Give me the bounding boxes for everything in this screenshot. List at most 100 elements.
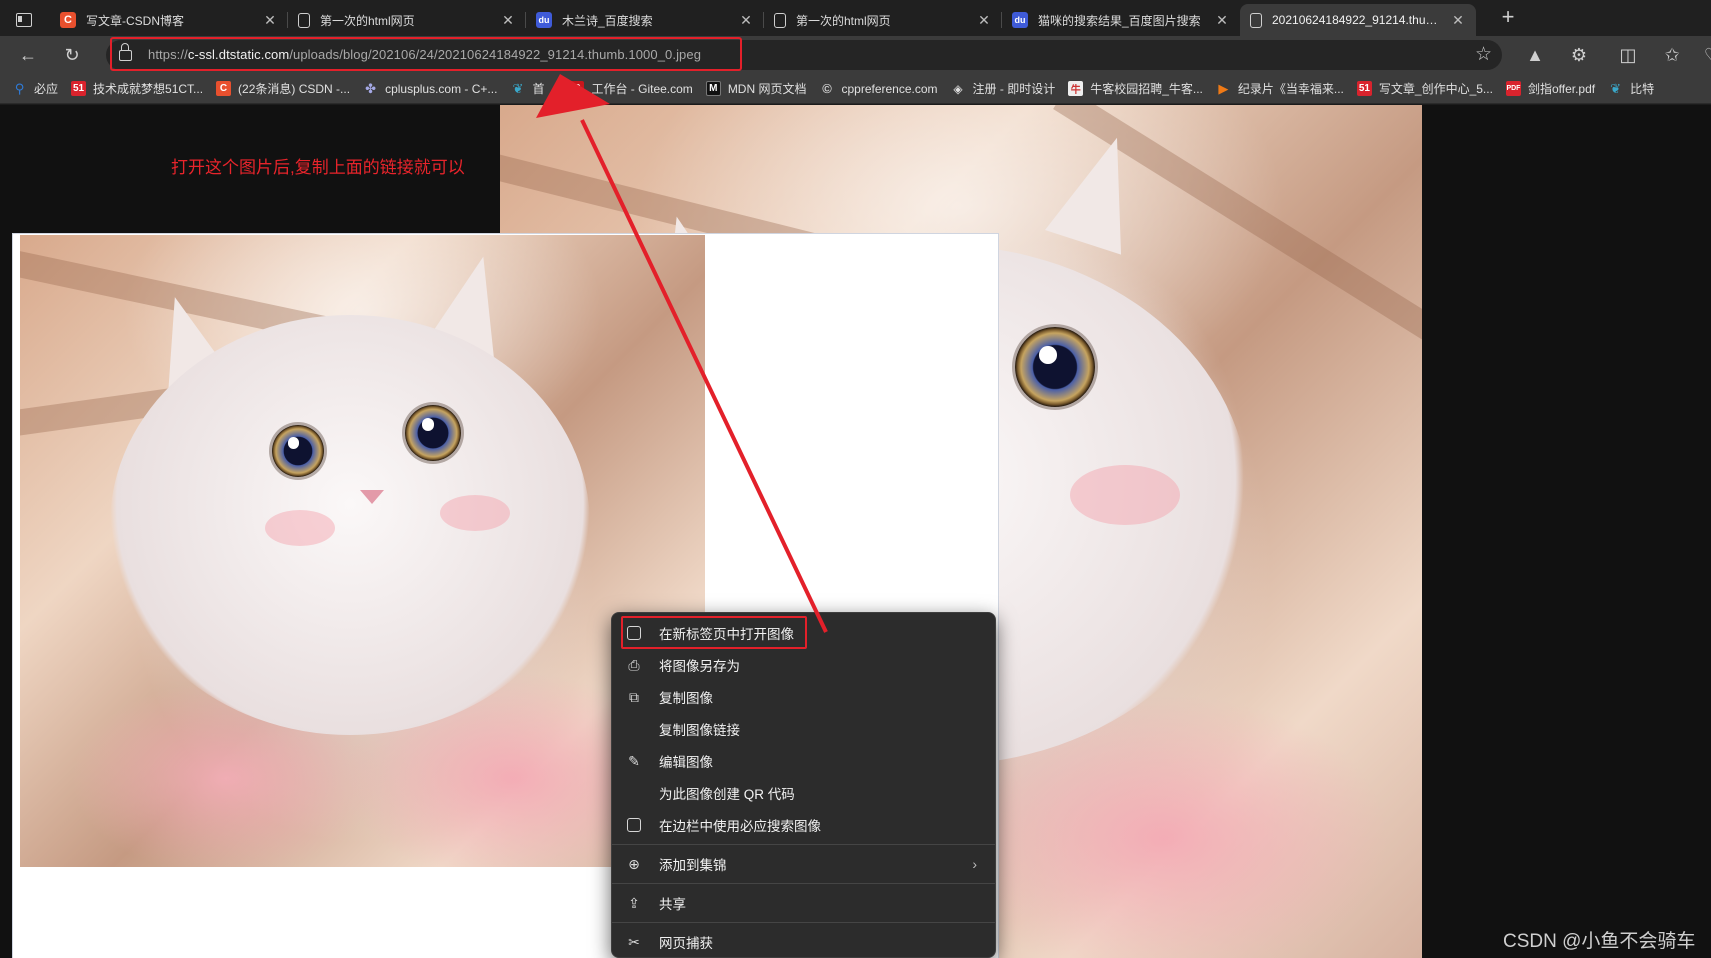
bookmark-label: 首: [532, 82, 545, 96]
51cto-icon: 51: [71, 81, 87, 96]
menu-divider: [612, 844, 995, 845]
close-icon[interactable]: ✕: [1214, 12, 1230, 29]
bookmark-nowcoder[interactable]: 牛牛客校园招聘_牛客...: [1068, 80, 1203, 97]
menu-divider: [612, 922, 995, 923]
web-capture-icon: ✂: [628, 933, 640, 950]
bookmark-gitee[interactable]: G 工作台 - Gitee.com: [569, 80, 693, 97]
save-image-icon: ⎙: [628, 656, 640, 673]
close-icon[interactable]: ✕: [738, 12, 754, 29]
bookmark-mdn[interactable]: M MDN 网页文档: [705, 80, 807, 97]
pdf-icon: PDF: [1505, 81, 1521, 96]
menu-item-label: 将图像另存为: [659, 659, 740, 674]
search-icon: ⚲: [14, 80, 25, 96]
back-arrow-icon[interactable]: ←: [16, 43, 40, 67]
gitee-icon: G: [569, 81, 585, 96]
csdn-icon: C: [216, 81, 232, 96]
tab-title: 第一次的html网页: [796, 13, 891, 28]
baidu-icon: du: [536, 12, 552, 28]
baidu-icon: du: [1012, 12, 1028, 28]
favorites-icon[interactable]: ✩: [1660, 43, 1684, 67]
bookmark-label: 技术成就梦想51CT...: [93, 82, 204, 96]
collections-toolbar-icon[interactable]: ♡: [1700, 43, 1711, 67]
play-icon: ▶: [1218, 80, 1229, 96]
close-icon[interactable]: ✕: [1450, 12, 1466, 29]
menu-item-save-image[interactable]: ⎙ 将图像另存为: [612, 649, 995, 681]
bookmark-cplusplus[interactable]: ✤ cplusplus.com - C+...: [363, 81, 497, 96]
extensions-puzzle-icon[interactable]: ⚙: [1567, 43, 1591, 67]
tab-csdn-write[interactable]: C 写文章-CSDN博客 ✕: [50, 4, 288, 36]
close-icon[interactable]: ✕: [500, 12, 516, 29]
bookmark-label: MDN 网页文档: [727, 82, 807, 96]
bookmarks-bar: ⚲ 必应 51 技术成就梦想51CT... C (22条消息) CSDN -... ✤…: [0, 74, 1711, 104]
refresh-icon[interactable]: ↻: [60, 43, 84, 67]
menu-item-label: 共享: [659, 897, 686, 912]
tab-title: 第一次的html网页: [320, 13, 415, 28]
annotation-note: 打开这个图片后,复制上面的链接就可以: [171, 158, 465, 177]
cat-image-thumbnail[interactable]: [20, 235, 705, 867]
menu-item-add-to-collections[interactable]: ⊕ 添加到集锦 ›: [612, 848, 995, 880]
sidebar-search-icon: [627, 818, 641, 832]
csdn-watermark: CSDN @小鱼不会骑车: [1503, 931, 1696, 952]
bookmark-cppreference[interactable]: © cppreference.com: [819, 81, 937, 96]
url-annotation-box: [110, 37, 742, 71]
cat-eye: [405, 405, 461, 461]
bookmark-jishi[interactable]: ◈ 注册 - 即时设计: [951, 80, 1056, 97]
bookmark-home[interactable]: ❦ 首: [510, 80, 544, 97]
copy-image-icon: ⧉: [629, 688, 639, 705]
tab-actions-icon[interactable]: [14, 10, 34, 30]
tab-baidu-cat-images[interactable]: du 猫咪的搜索结果_百度图片搜索 ✕: [1002, 4, 1240, 36]
bookmark-label: 注册 - 即时设计: [972, 82, 1056, 96]
menu-item-share[interactable]: ⇪ 共享: [612, 887, 995, 919]
bookmark-label: 牛客校园招聘_牛客...: [1090, 82, 1203, 96]
cat-nose: [360, 490, 384, 504]
blank-icon-slot: [625, 720, 643, 738]
menu-item-label: 在边栏中使用必应搜索图像: [659, 819, 821, 834]
bookmark-label: 比特: [1630, 82, 1655, 96]
menu-item-label: 复制图像: [659, 691, 713, 706]
menu-item-qr-code[interactable]: 为此图像创建 QR 代码: [612, 777, 995, 809]
menu-item-label: 复制图像链接: [659, 723, 740, 738]
bookmark-label: cplusplus.com - C+...: [385, 81, 498, 96]
tab-image-active[interactable]: 20210624184922_91214.thumb.1 ✕: [1240, 4, 1476, 36]
bookmark-51cto-write[interactable]: 51 写文章_创作中心_5...: [1356, 80, 1493, 97]
cplusplus-icon: ✤: [365, 80, 377, 96]
close-icon[interactable]: ✕: [976, 12, 992, 29]
tab-strip: C 写文章-CSDN博客 ✕ 第一次的html网页 ✕ du 木兰诗_百度搜索 …: [0, 0, 1711, 38]
page-icon: [1250, 12, 1262, 28]
close-icon[interactable]: ✕: [262, 12, 278, 29]
bookmark-jianzhi-pdf[interactable]: PDF 剑指offer.pdf: [1505, 80, 1595, 97]
page-icon: [298, 12, 310, 28]
menu-divider: [612, 883, 995, 884]
cppreference-icon: ©: [822, 81, 832, 96]
menu-item-copy-image[interactable]: ⧉ 复制图像: [612, 681, 995, 713]
menu-item-web-capture[interactable]: ✂ 网页捕获: [612, 926, 995, 958]
bookmark-51cto[interactable]: 51 技术成就梦想51CT...: [71, 80, 203, 97]
menu-item-label: 为此图像创建 QR 代码: [659, 787, 795, 802]
bookmark-documentary[interactable]: ▶ 纪录片《当幸福来...: [1216, 80, 1344, 97]
triangle-extension-icon[interactable]: ▲: [1523, 43, 1547, 67]
page-icon: [774, 12, 786, 28]
tab-baidu-mulan[interactable]: du 木兰诗_百度搜索 ✕: [526, 4, 764, 36]
menu-item-label: 编辑图像: [659, 755, 713, 770]
tab-html-page-2[interactable]: 第一次的html网页 ✕: [764, 4, 1002, 36]
menu-item-edit-image[interactable]: ✎ 编辑图像: [612, 745, 995, 777]
bookmark-bing[interactable]: ⚲ 必应: [12, 80, 58, 97]
menu-item-copy-image-link[interactable]: 复制图像链接: [612, 713, 995, 745]
csdn-icon: C: [60, 12, 76, 28]
bookmark-csdn[interactable]: C (22条消息) CSDN -...: [216, 80, 350, 97]
menu-item-sidebar-search[interactable]: 在边栏中使用必应搜索图像: [612, 809, 995, 841]
cat-eye: [1015, 327, 1095, 407]
edge-leaf-icon: ❦: [512, 80, 524, 96]
jishi-icon: ◈: [953, 81, 963, 96]
51cto-icon: 51: [1356, 81, 1372, 96]
bookmark-bite[interactable]: ❦ 比特: [1608, 80, 1654, 97]
favorite-star-icon[interactable]: ☆: [1475, 43, 1492, 66]
split-screen-icon[interactable]: ◫: [1616, 43, 1640, 67]
blank-icon-slot: [625, 784, 643, 802]
tab-title: 20210624184922_91214.thumb.1: [1272, 13, 1444, 27]
new-tab-button[interactable]: +: [1496, 6, 1520, 30]
bookmark-label: 纪录片《当幸福来...: [1237, 82, 1344, 96]
tab-html-page-1[interactable]: 第一次的html网页 ✕: [288, 4, 526, 36]
share-icon: ⇪: [628, 894, 640, 911]
mdn-icon: M: [705, 81, 721, 96]
